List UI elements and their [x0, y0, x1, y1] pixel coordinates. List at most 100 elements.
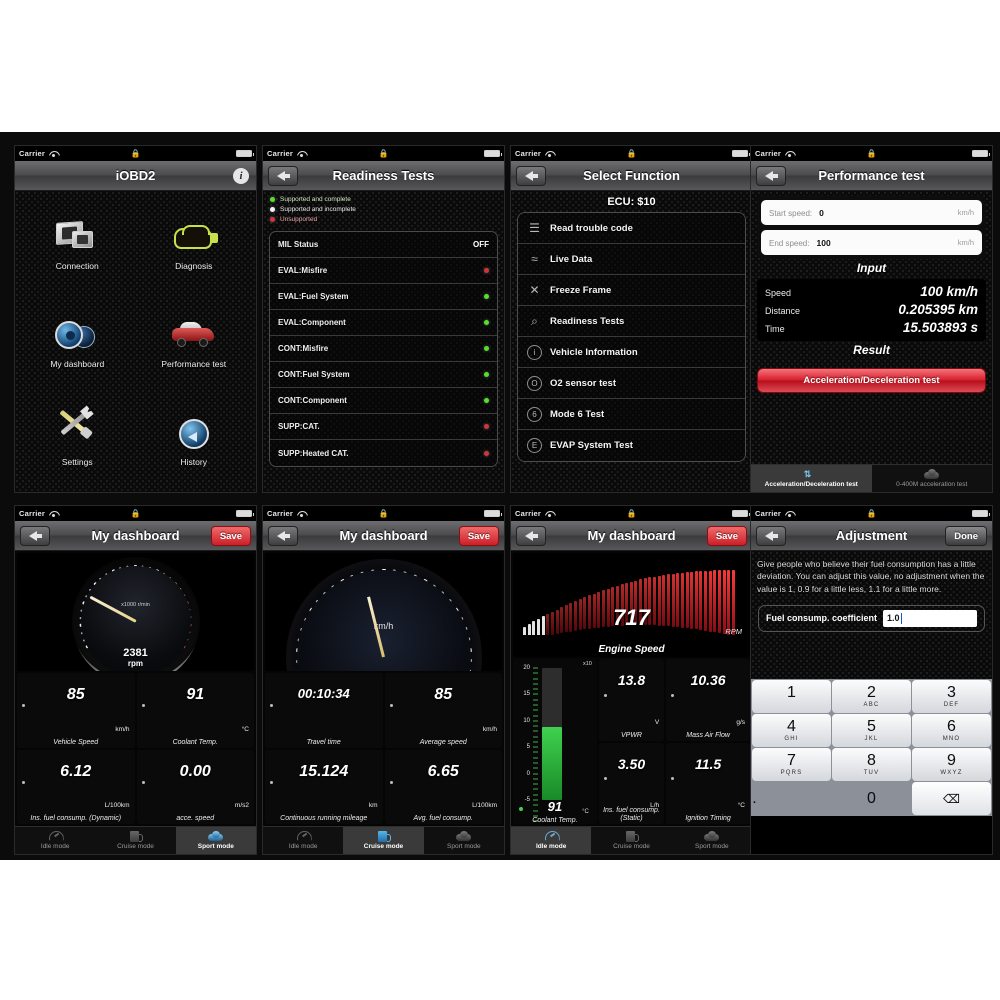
- tab-idle-mode[interactable]: Idle mode: [263, 827, 343, 854]
- live-data-icon: ≈: [531, 252, 538, 266]
- thermometer-tick: [533, 794, 538, 796]
- acceleration-deceleration-test-button[interactable]: Acceleration/Deceleration test: [757, 368, 986, 393]
- cell-acce-speed[interactable]: 0.00 m/s2 acce. speed: [136, 749, 254, 824]
- obd-connector-icon: [171, 220, 218, 258]
- bar-segment: [578, 599, 582, 631]
- cell-vpwr[interactable]: 13.8 V VPWR: [598, 659, 665, 741]
- table-row[interactable]: CONT:Component: [270, 388, 497, 414]
- engine-speed-value: 717: [613, 605, 650, 630]
- list-item-readiness-tests[interactable]: ⌕ Readiness Tests: [518, 306, 745, 337]
- cell-mass-air-flow[interactable]: 10.36 g/s Mass Air Flow: [666, 659, 750, 741]
- done-button[interactable]: Done: [945, 526, 987, 546]
- save-button[interactable]: Save: [210, 526, 251, 546]
- cell-average-speed[interactable]: 85 km/h Average speed: [384, 673, 502, 748]
- home-item-connection[interactable]: Connection: [19, 197, 136, 295]
- tach-tick-label: 6: [148, 572, 154, 583]
- tab-sport-mode[interactable]: Sport mode: [672, 827, 752, 854]
- key-2[interactable]: 2 ABC: [832, 680, 911, 713]
- cell-continuous-running-mileage[interactable]: 15.124 km Continuous running mileage: [265, 749, 383, 824]
- tab-cruise-mode[interactable]: Cruise mode: [591, 827, 671, 854]
- table-row[interactable]: EVAL:Fuel System: [270, 284, 497, 310]
- cell-travel-time[interactable]: 00:10:34 Travel time: [265, 673, 383, 748]
- back-button[interactable]: [268, 526, 298, 546]
- row-label: EVAL:Misfire: [278, 266, 328, 275]
- key-1[interactable]: 1: [752, 680, 831, 713]
- wifi-icon: [297, 150, 306, 158]
- status-dot-green: [484, 372, 489, 377]
- list-item-vehicle-information[interactable]: i Vehicle Information: [518, 337, 745, 368]
- tab-idle-mode[interactable]: Idle mode: [15, 827, 95, 854]
- list-item-o2-sensor-test[interactable]: O O2 sensor test: [518, 368, 745, 399]
- cell-ins-fuel-consump-dynamic[interactable]: 6.12 L/100km Ins. fuel consump. (Dynamic…: [17, 749, 135, 824]
- table-row[interactable]: EVAL:Component: [270, 310, 497, 336]
- bar-segment: [676, 573, 680, 627]
- legend-dot-green: [270, 197, 275, 202]
- key-0[interactable]: 0: [832, 782, 911, 815]
- list-item-read-trouble-code[interactable]: ☰ Read trouble code: [518, 213, 745, 244]
- list-item-mode-6-test[interactable]: 6 Mode 6 Test: [518, 399, 745, 430]
- key-4[interactable]: 4 GHI: [752, 714, 831, 747]
- key-decimal-point[interactable]: .: [752, 782, 757, 815]
- cell-vehicle-speed[interactable]: 85 km/h Vehicle Speed: [17, 673, 135, 748]
- thermometer-tick: [533, 709, 538, 711]
- list-item-live-data[interactable]: ≈ Live Data: [518, 244, 745, 275]
- key-3[interactable]: 3 DEF: [912, 680, 991, 713]
- dashboard-cells-sport: 85 km/h Vehicle Speed 91 °C Coolant Temp…: [17, 673, 254, 824]
- start-speed-field[interactable]: Start speed: 0 km/h: [761, 200, 982, 225]
- tab-sport-mode[interactable]: Sport mode: [424, 827, 504, 854]
- tools-icon: [54, 409, 100, 454]
- key-9[interactable]: 9 WXYZ: [912, 748, 991, 781]
- table-row[interactable]: CONT:Fuel System: [270, 362, 497, 388]
- key-sub: MNO: [942, 736, 961, 742]
- home-item-diagnosis[interactable]: Diagnosis: [136, 197, 253, 295]
- status-dot-green: [484, 320, 489, 325]
- cell-avg-fuel-consump[interactable]: 6.65 L/100km Avg. fuel consump.: [384, 749, 502, 824]
- key-8[interactable]: 8 TUV: [832, 748, 911, 781]
- table-row[interactable]: SUPP:CAT.: [270, 414, 497, 440]
- key-5[interactable]: 5 JKL: [832, 714, 911, 747]
- home-item-settings[interactable]: Settings: [19, 392, 136, 490]
- dashboard-tab-bar-sport: Idle mode Cruise mode Sport mode: [15, 826, 256, 854]
- cell-ins-fuel-consump-static[interactable]: 3.50 L/h Ins. fuel consump.(Static): [598, 742, 665, 824]
- tab-cruise-mode[interactable]: Cruise mode: [95, 827, 175, 854]
- key-backspace[interactable]: ⌫: [912, 782, 991, 815]
- key-7[interactable]: 7 PQRS: [752, 748, 831, 781]
- back-button[interactable]: [756, 526, 786, 546]
- save-button[interactable]: Save: [706, 526, 747, 546]
- key-6[interactable]: 6 MNO: [912, 714, 991, 747]
- info-icon[interactable]: i: [233, 168, 249, 184]
- list-item-evap-system-test[interactable]: E EVAP System Test: [518, 430, 745, 461]
- back-button[interactable]: [516, 166, 546, 186]
- thermometer-tick: [533, 788, 538, 790]
- end-speed-field[interactable]: End speed: 100 km/h: [761, 230, 982, 255]
- key-number: 0: [867, 789, 876, 807]
- table-row[interactable]: CONT:Misfire: [270, 336, 497, 362]
- cell-coolant-temp[interactable]: 91 °C Coolant Temp.: [136, 673, 254, 748]
- table-row[interactable]: EVAL:Misfire: [270, 258, 497, 284]
- fuel-coefficient-input[interactable]: 1.0: [883, 609, 977, 627]
- cell-ignition-timing[interactable]: 11.5 °C Ignition Timing: [666, 742, 750, 824]
- tab-acceleration-deceleration[interactable]: ⇅ Acceleration/Deceleration test: [751, 465, 872, 492]
- tab-idle-mode[interactable]: Idle mode: [511, 827, 592, 854]
- gauge-icon: [54, 318, 100, 356]
- back-button[interactable]: [516, 526, 546, 546]
- tab-sport-mode[interactable]: Sport mode: [175, 827, 256, 854]
- table-row[interactable]: SUPP:Heated CAT.: [270, 440, 497, 466]
- lock-icon: 🔒: [626, 149, 637, 158]
- save-button[interactable]: Save: [458, 526, 499, 546]
- row-label: CONT:Fuel System: [278, 370, 350, 379]
- home-item-my-dashboard[interactable]: My dashboard: [19, 295, 136, 393]
- engine-speed-caption: Engine Speed: [598, 644, 665, 655]
- home-item-history[interactable]: History: [136, 392, 253, 490]
- tab-0-400m-acceleration[interactable]: 0-400M acceleration test: [872, 465, 993, 492]
- list-item-freeze-frame[interactable]: ✕ Freeze Frame: [518, 275, 745, 306]
- back-button[interactable]: [20, 526, 50, 546]
- tab-cruise-mode[interactable]: Cruise mode: [343, 827, 424, 854]
- cell-unit: L/100km: [472, 802, 497, 809]
- cell-value: 0.00: [179, 762, 211, 780]
- table-row[interactable]: MIL Status OFF: [270, 232, 497, 258]
- home-item-performance-test[interactable]: Performance test: [136, 295, 253, 393]
- thermometer-tick: [533, 704, 538, 706]
- back-button[interactable]: [756, 166, 786, 186]
- back-button[interactable]: [268, 166, 298, 186]
